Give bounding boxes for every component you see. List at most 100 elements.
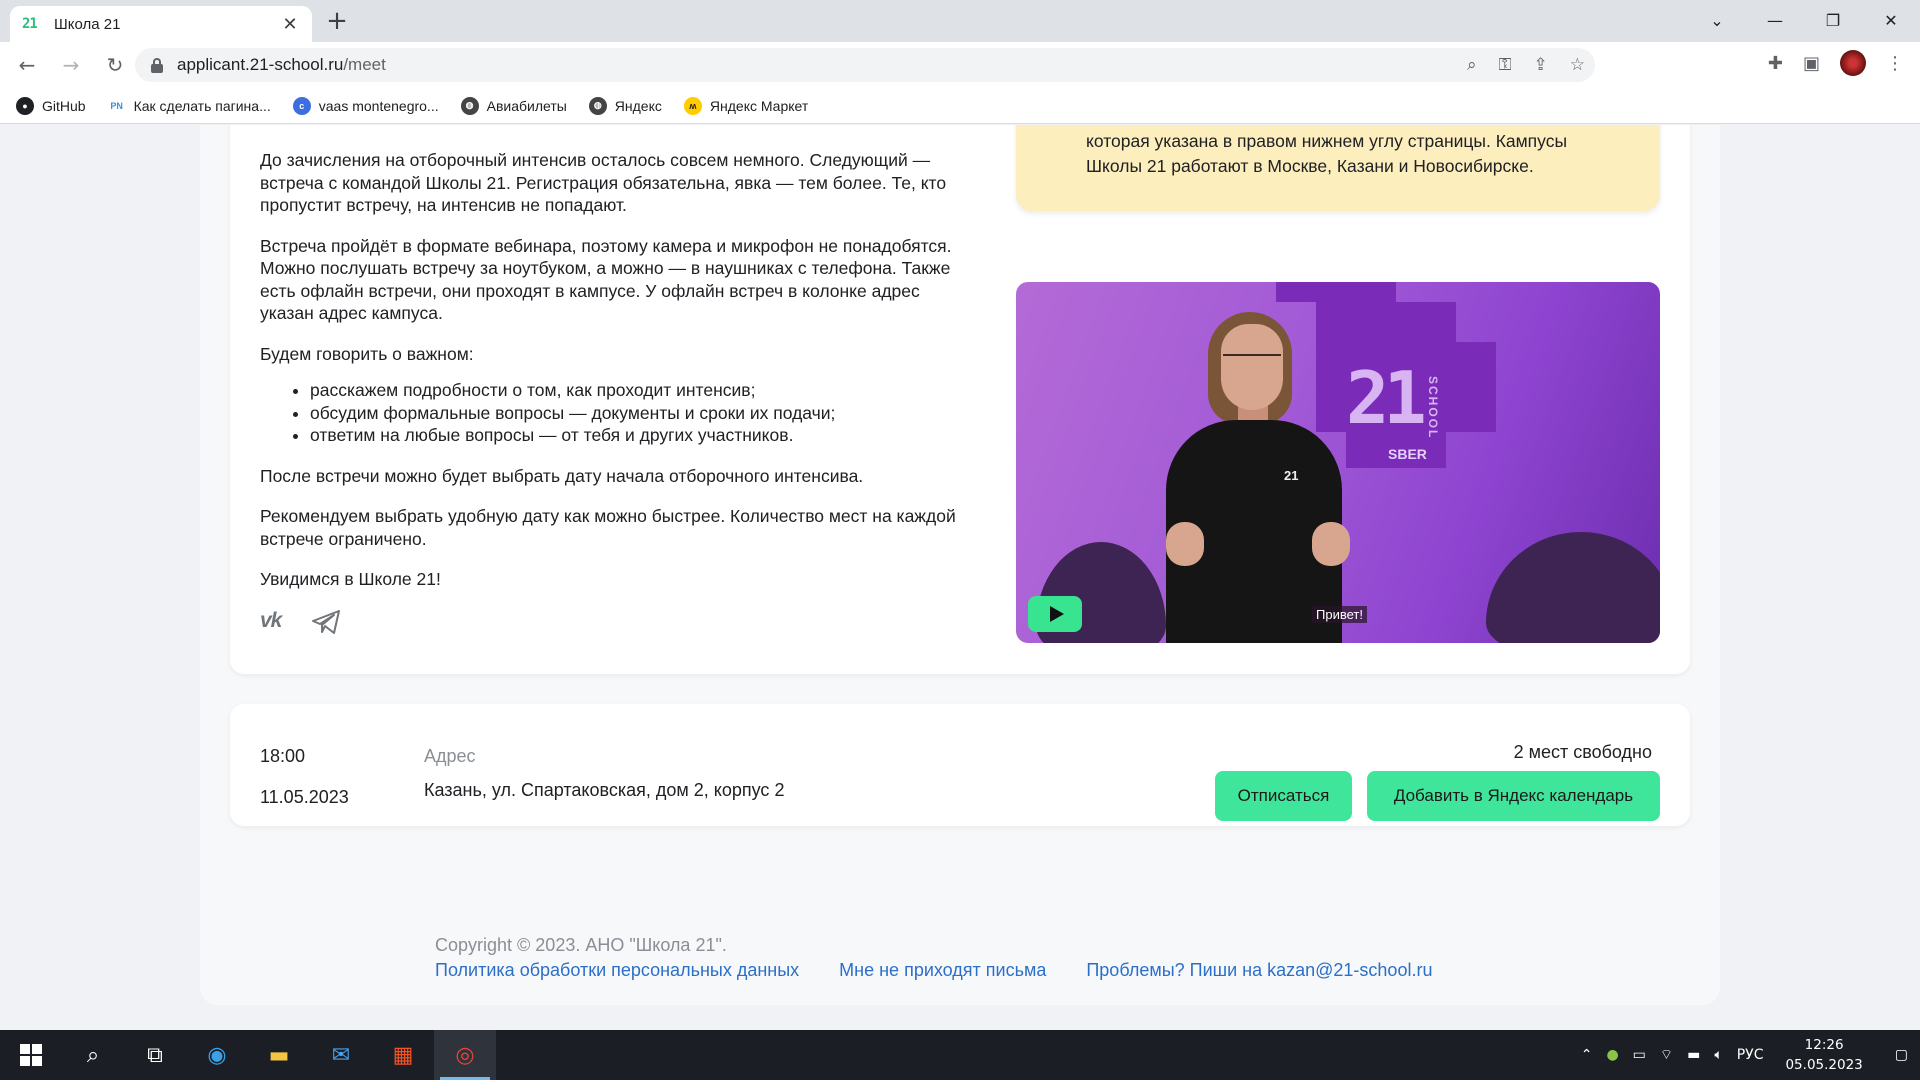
- presenter-hand: [1312, 522, 1350, 566]
- start-button[interactable]: [0, 1030, 62, 1080]
- globe-icon: ◍: [588, 96, 607, 115]
- add-to-calendar-button[interactable]: Добавить в Яндекс календарь: [1367, 771, 1660, 821]
- bookmark-aviabilety[interactable]: ◍ Авиабилеты: [460, 96, 567, 115]
- market-icon: ʍ: [683, 96, 702, 115]
- notice-line: которая указана в правом нижнем углу стр…: [1086, 131, 1568, 151]
- bookmark-pagination[interactable]: PN Как сделать пагина...: [108, 97, 271, 115]
- play-button[interactable]: [1028, 596, 1082, 632]
- bookmark-label: Яндекс: [614, 97, 662, 114]
- url-host: applicant.21-school.ru: [177, 55, 344, 74]
- side-panel-icon[interactable]: ▣: [1803, 53, 1820, 74]
- pn-icon: PN: [110, 100, 123, 111]
- school21-favicon-icon: 21: [22, 16, 38, 32]
- bookmark-yandex-market[interactable]: ʍ Яндекс Маркет: [683, 96, 809, 115]
- video-player[interactable]: 21 SCHOOL SBER 21 Привет!: [1016, 282, 1660, 643]
- bookmark-star-icon[interactable]: ☆: [1570, 55, 1585, 75]
- bookmarks-bar: ● GitHub PN Как сделать пагина... c vaas…: [0, 88, 1920, 124]
- play-icon: [1050, 606, 1064, 622]
- share-icon[interactable]: ⇪: [1534, 55, 1548, 75]
- tab-title: Школа 21: [54, 15, 121, 33]
- bookmark-github[interactable]: ● GitHub: [16, 96, 86, 115]
- meeting-address: Казань, ул. Спартаковская, дом 2, корпус…: [424, 780, 785, 800]
- notifications-icon[interactable]: ▢: [1895, 1047, 1908, 1063]
- globe-icon: ◍: [460, 96, 479, 115]
- forward-button[interactable]: →: [54, 48, 88, 82]
- extensions-puzzle-icon[interactable]: ✚: [1768, 53, 1783, 74]
- list-item: обсудим формальные вопросы — документы и…: [310, 402, 960, 425]
- shirt-logo: 21: [1284, 468, 1299, 483]
- no-emails-link[interactable]: Мне не приходят письма: [839, 958, 1046, 983]
- windows-taskbar: ⌕ ⧉ ◉ ▬ ✉ ▦ ◎ ⌃ ● ▭ ⌔ ▬ 🔈︎ РУС 12:26 05.…: [0, 1030, 1920, 1080]
- profile-avatar[interactable]: [1840, 50, 1866, 76]
- minimize-button[interactable]: —: [1746, 0, 1804, 40]
- meeting-time: 18:00: [260, 746, 306, 766]
- telegram-icon[interactable]: [311, 609, 341, 635]
- task-view-icon[interactable]: ⧉: [124, 1030, 186, 1080]
- chrome-icon[interactable]: ◎: [434, 1030, 496, 1080]
- vk-icon[interactable]: vk: [260, 610, 282, 633]
- lock-icon[interactable]: [151, 58, 163, 73]
- reload-button[interactable]: ↻: [98, 48, 132, 82]
- edge-icon[interactable]: ◉: [186, 1030, 248, 1080]
- list-item: ответим на любые вопросы — от тебя и дру…: [310, 424, 960, 447]
- back-button[interactable]: ←: [10, 48, 44, 82]
- copyright: Copyright © 2023. АНО "Школа 21".: [435, 935, 727, 955]
- paragraph: Встреча пройдёт в формате вебинара, поэт…: [260, 235, 952, 324]
- bookmark-label: Как сделать пагина...: [133, 97, 271, 114]
- sber-logo: SBER: [1388, 446, 1427, 462]
- bookmark-label: GitHub: [42, 97, 86, 114]
- clock-date: 05.05.2023: [1785, 1057, 1863, 1073]
- search-icon[interactable]: ⌕: [62, 1030, 124, 1080]
- paragraph: После встречи можно будет выбрать дату н…: [260, 465, 864, 486]
- privacy-policy-link[interactable]: Политика обработки персональных данных: [435, 958, 799, 983]
- article-text: До зачисления на отборочный интенсив ост…: [260, 149, 960, 635]
- window-controls: ⌄ — ❐ ✕: [1688, 0, 1920, 42]
- bookmark-label: Яндекс Маркет: [709, 97, 809, 114]
- bookmark-yandex[interactable]: ◍ Яндекс: [588, 96, 662, 115]
- paragraph: Рекомендуем выбрать удобную дату как мож…: [260, 506, 956, 549]
- mail-icon[interactable]: ✉: [310, 1030, 372, 1080]
- video-backdrop-block: [1316, 302, 1456, 342]
- support-email-link[interactable]: Проблемы? Пиши на kazan@21-school.ru: [1086, 958, 1432, 983]
- store-icon[interactable]: ▦: [372, 1030, 434, 1080]
- meeting-date: 11.05.2023: [260, 787, 349, 807]
- system-tray: ⌃ ● ▭ ⌔ ▬ 🔈︎ РУС 12:26 05.05.2023 ▢: [1581, 1030, 1920, 1080]
- wifi-icon[interactable]: ⌔: [1660, 1046, 1673, 1064]
- url-path: /meet: [343, 55, 386, 74]
- language-indicator[interactable]: РУС: [1737, 1047, 1764, 1063]
- presenter-hand: [1166, 522, 1204, 566]
- meet-now-icon[interactable]: ▭: [1633, 1047, 1646, 1063]
- meeting-slot-card: 18:00 11.05.2023 Адрес Казань, ул. Спарт…: [230, 704, 1690, 826]
- zoom-search-icon[interactable]: ⌕: [1467, 55, 1477, 75]
- paragraph: Увидимся в Школе 21!: [260, 569, 441, 589]
- web-page: До зачисления на отборочный интенсив ост…: [0, 125, 1920, 1030]
- tray-overflow-icon[interactable]: ⌃: [1581, 1047, 1593, 1063]
- restore-button[interactable]: ❐: [1804, 0, 1862, 40]
- menu-kebab-icon[interactable]: ⋮: [1886, 53, 1904, 74]
- volume-icon[interactable]: 🔈︎: [1714, 1047, 1722, 1063]
- new-tab-button[interactable]: +: [320, 6, 354, 36]
- footer-links: Политика обработки персональных данных М…: [435, 958, 1432, 983]
- address-bar[interactable]: applicant.21-school.ru/meet ⌕ ⚿ ⇪ ☆: [135, 48, 1595, 82]
- clock[interactable]: 12:26 05.05.2023: [1785, 1035, 1862, 1075]
- topics-list: расскажем подробности о том, как проходи…: [310, 379, 960, 447]
- bookmark-label: Авиабилеты: [486, 97, 567, 114]
- paragraph: Будем говорить о важном:: [260, 343, 474, 364]
- plant-decoration: [1486, 532, 1660, 643]
- site-icon: c: [292, 96, 311, 115]
- browser-tab[interactable]: 21 Школа 21 ✕: [10, 6, 312, 42]
- extension-area: ✚ ▣ ⋮: [1768, 50, 1904, 76]
- list-item: расскажем подробности о том, как проходи…: [310, 379, 960, 402]
- presenter-glasses: [1223, 354, 1281, 368]
- close-icon[interactable]: ✕: [280, 14, 300, 35]
- seats-available: 2 мест свободно: [1513, 742, 1652, 762]
- tab-search-icon[interactable]: ⌄: [1688, 0, 1746, 40]
- file-explorer-icon[interactable]: ▬: [248, 1030, 310, 1080]
- bookmark-label: vaas montenegro...: [318, 97, 439, 114]
- window-close-button[interactable]: ✕: [1862, 0, 1920, 40]
- unsubscribe-button[interactable]: Отписаться: [1215, 771, 1352, 821]
- battery-icon[interactable]: ▬: [1687, 1047, 1700, 1063]
- bookmark-vaas[interactable]: c vaas montenegro...: [292, 96, 439, 115]
- app-tray-icon[interactable]: ●: [1606, 1047, 1618, 1063]
- key-icon[interactable]: ⚿: [1499, 55, 1512, 75]
